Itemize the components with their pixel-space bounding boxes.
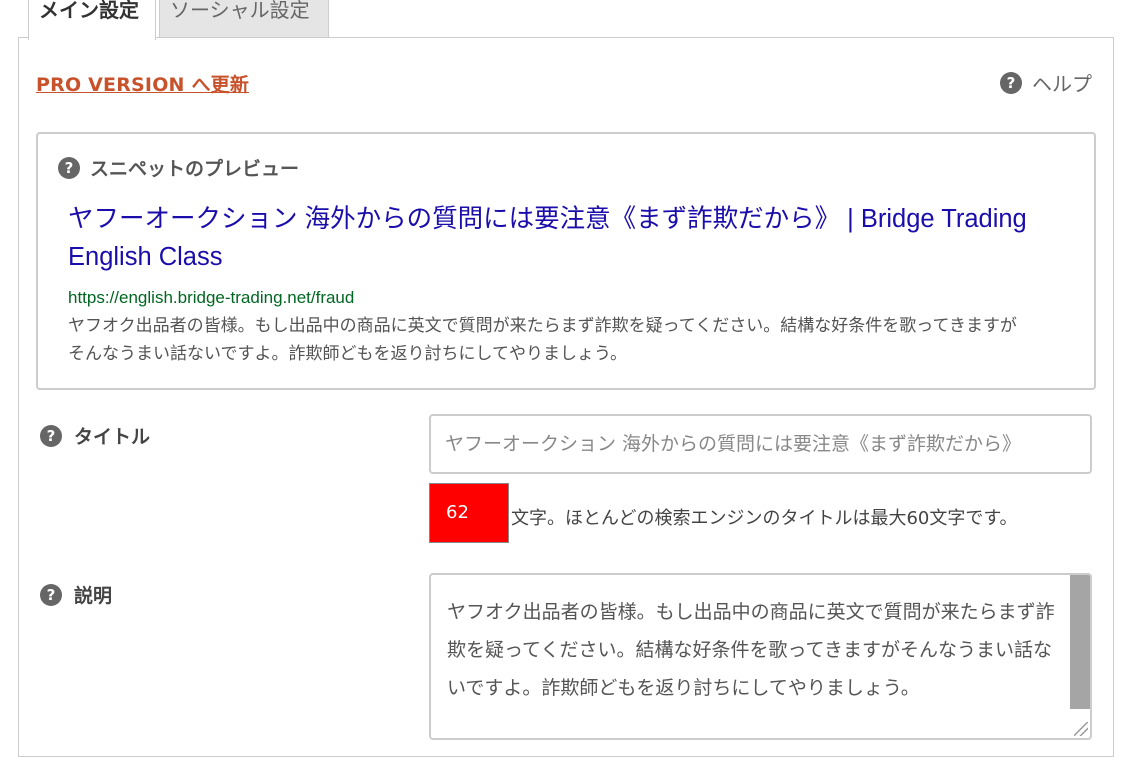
tab-social-settings[interactable]: ソーシャル設定 [159,0,329,38]
title-input[interactable]: ヤフーオークション 海外からの質問には要注意《まず詐欺だから》 [429,414,1092,474]
title-char-note: 文字。ほとんどの検索エンジンのタイトルは最大60文字です。 [511,508,1018,529]
description-textarea[interactable]: ヤフオク出品者の皆様。もし出品中の商品に英文で質問が来たらまず詐欺を疑ってくださ… [429,573,1092,740]
help-circle-icon: ? [1000,71,1022,94]
snippet-preview-heading-text: スニペットのプレビュー [90,158,300,180]
resize-handle-icon[interactable] [1074,722,1088,736]
pro-version-link[interactable]: PRO VERSION へ更新 [36,70,249,97]
description-scrollbar[interactable] [1070,575,1090,709]
description-textarea-text: ヤフオク出品者の皆様。もし出品中の商品に英文で質問が来たらまず詐欺を疑ってくださ… [447,601,1055,699]
help-button[interactable]: ? ヘルプ [1000,68,1092,97]
tab-social-settings-label: ソーシャル設定 [170,0,310,22]
help-circle-icon[interactable]: ? [58,156,80,179]
help-label: ヘルプ [1032,72,1092,96]
description-field-label: ? 説明 [40,581,112,608]
tab-main-settings[interactable]: メイン設定 [28,0,156,40]
snippet-preview-heading: ? スニペットのプレビュー [58,154,299,181]
title-char-counter: 62 [429,483,509,543]
help-circle-icon[interactable]: ? [40,583,62,606]
snippet-description: ヤフオク出品者の皆様。もし出品中の商品に英文で質問が来たらまず詐欺を疑ってくださ… [68,316,1017,364]
snippet-title: ヤフーオークション 海外からの質問には要注意《まず詐欺だから》 | Bridge… [68,205,1027,271]
snippet-url: https://english.bridge-trading.net/fraud [68,288,355,307]
snippet-preview: ? スニペットのプレビュー ヤフーオークション 海外からの質問には要注意《まず詐… [36,132,1096,390]
title-field-label: ? タイトル [40,422,150,449]
tab-main-settings-label: メイン設定 [39,0,139,22]
title-label-text: タイトル [74,426,151,448]
help-circle-icon[interactable]: ? [40,424,62,447]
description-label-text: 説明 [74,585,113,607]
